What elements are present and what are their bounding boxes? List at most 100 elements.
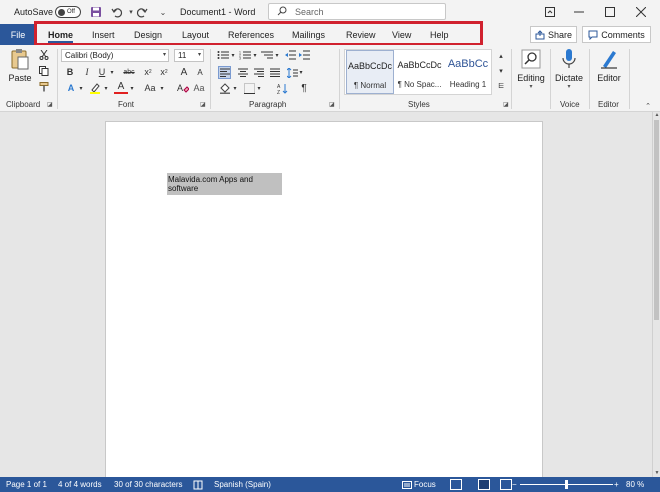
maximize-icon[interactable] — [596, 0, 624, 24]
ribbon-display-icon[interactable] — [536, 0, 564, 24]
word-count[interactable]: 4 of 4 words — [58, 477, 102, 492]
chevron-down-icon[interactable]: ▾ — [230, 49, 236, 61]
superscript-icon[interactable]: x2 — [158, 66, 170, 78]
styles-scroll-up-icon[interactable]: ▴ — [496, 50, 506, 62]
styles-scroll-down-icon[interactable]: ▾ — [496, 65, 506, 77]
grow-font-button[interactable]: A — [178, 66, 190, 78]
autosave-toggle[interactable]: Off — [55, 6, 81, 18]
tab-help[interactable]: Help — [430, 24, 449, 45]
read-mode-icon[interactable] — [450, 479, 462, 490]
paste-button[interactable]: Paste — [4, 47, 36, 83]
vertical-scrollbar[interactable]: ▲ ▼ — [652, 112, 660, 477]
chevron-down-icon[interactable]: ▾ — [128, 82, 136, 94]
clipboard-launcher-icon[interactable]: ◪ — [47, 101, 53, 108]
redo-icon[interactable] — [135, 5, 149, 19]
customize-qat-icon[interactable]: ⌄ — [156, 5, 170, 19]
clear-formatting-icon[interactable]: A — [176, 82, 190, 94]
highlight-icon[interactable] — [88, 82, 102, 94]
chevron-down-icon[interactable]: ▾ — [232, 82, 238, 94]
increase-indent-icon[interactable] — [298, 49, 310, 61]
undo-icon[interactable] — [110, 5, 124, 19]
tab-design[interactable]: Design — [134, 24, 162, 45]
justify-icon[interactable] — [268, 66, 281, 79]
show-marks-icon[interactable]: ¶ — [298, 82, 310, 94]
document-page[interactable]: Malavida.com Apps and software — [105, 121, 543, 481]
underline-button[interactable]: U — [96, 66, 108, 78]
chevron-down-icon[interactable]: ▾ — [256, 82, 262, 94]
text-effects-button[interactable]: A — [64, 82, 78, 94]
zoom-level[interactable]: 80 % — [626, 477, 644, 492]
sort-icon[interactable]: AZ — [276, 82, 288, 94]
zoom-in-button[interactable]: + — [614, 477, 619, 492]
bold-button[interactable]: B — [64, 66, 76, 78]
dictate-button[interactable]: Dictate ▾ — [552, 47, 586, 90]
character-count[interactable]: 30 of 30 characters — [114, 477, 182, 492]
scroll-up-icon[interactable]: ▲ — [653, 112, 660, 119]
web-layout-icon[interactable] — [500, 479, 512, 490]
multilevel-list-icon[interactable] — [260, 49, 274, 61]
page-count[interactable]: Page 1 of 1 — [6, 477, 47, 492]
chevron-down-icon[interactable]: ▾ — [102, 82, 110, 94]
save-icon[interactable] — [89, 5, 103, 19]
document-text[interactable]: Malavida.com Apps and software — [167, 173, 282, 195]
share-button[interactable]: Share — [530, 26, 577, 43]
style-no-spacing[interactable]: AaBbCcDc ¶ No Spac... — [396, 50, 443, 94]
language-status[interactable]: Spanish (Spain) — [214, 477, 271, 492]
shading-icon[interactable] — [218, 82, 232, 94]
tab-home[interactable]: Home — [48, 24, 74, 45]
chevron-down-icon[interactable]: ▾ — [108, 66, 116, 78]
chevron-down-icon[interactable]: ▾ — [77, 82, 85, 94]
font-name-combo[interactable]: Calibri (Body) ▾ — [61, 49, 169, 62]
zoom-slider-thumb[interactable] — [565, 480, 568, 489]
tab-view[interactable]: View — [392, 24, 411, 45]
tab-references[interactable]: References — [228, 24, 274, 45]
tab-insert[interactable]: Insert — [92, 24, 115, 45]
subscript-icon[interactable]: x2 — [142, 66, 154, 78]
italic-button[interactable]: I — [81, 66, 93, 78]
search-box[interactable]: Search — [268, 3, 446, 20]
chevron-down-icon[interactable]: ▾ — [158, 82, 166, 94]
editor-button[interactable]: Editor — [592, 47, 626, 83]
tab-mailings[interactable]: Mailings — [292, 24, 325, 45]
shrink-font-button[interactable]: A — [194, 66, 206, 78]
style-normal[interactable]: AaBbCcDc ¶ Normal — [346, 50, 394, 94]
font-launcher-icon[interactable]: ◪ — [200, 101, 206, 108]
chevron-down-icon[interactable]: ▾ — [298, 66, 304, 78]
tab-file[interactable]: File — [0, 24, 36, 45]
align-center-icon[interactable] — [236, 66, 249, 79]
cut-icon[interactable] — [38, 49, 50, 61]
phonetic-guide-icon[interactable]: Aa — [193, 82, 205, 94]
borders-icon[interactable] — [242, 82, 256, 94]
editing-button[interactable]: Editing ▾ — [514, 47, 548, 90]
scroll-down-icon[interactable]: ▼ — [653, 470, 660, 477]
chevron-down-icon[interactable]: ▾ — [252, 49, 258, 61]
focus-label[interactable]: Focus — [414, 477, 436, 492]
proofing-icon[interactable] — [193, 477, 203, 492]
zoom-out-button[interactable]: − — [512, 477, 517, 492]
numbering-icon[interactable]: 123 — [238, 49, 252, 61]
font-size-combo[interactable]: 11 ▾ — [174, 49, 204, 62]
styles-more-icon[interactable]: ⋿ — [496, 80, 506, 92]
print-layout-icon[interactable] — [478, 479, 490, 490]
format-painter-icon[interactable] — [38, 81, 50, 93]
align-left-icon[interactable] — [218, 66, 231, 79]
close-icon[interactable] — [627, 0, 655, 24]
change-case-button[interactable]: Aa — [142, 82, 158, 94]
copy-icon[interactable] — [38, 65, 50, 77]
comments-button[interactable]: Comments — [582, 26, 651, 43]
bullets-icon[interactable] — [216, 49, 230, 61]
chevron-down-icon[interactable]: ▾ — [274, 49, 280, 61]
align-right-icon[interactable] — [252, 66, 265, 79]
scroll-thumb[interactable] — [654, 120, 659, 320]
paragraph-launcher-icon[interactable]: ◪ — [329, 101, 335, 108]
minimize-icon[interactable] — [565, 0, 593, 24]
styles-launcher-icon[interactable]: ◪ — [503, 101, 509, 108]
strikethrough-button[interactable]: abc — [120, 66, 138, 78]
tab-layout[interactable]: Layout — [182, 24, 209, 45]
tab-review[interactable]: Review — [346, 24, 376, 45]
decrease-indent-icon[interactable] — [284, 49, 296, 61]
collapse-ribbon-icon[interactable]: ⌃ — [642, 101, 654, 111]
style-heading-1[interactable]: AaBbCc Heading 1 — [445, 50, 491, 94]
focus-icon[interactable] — [402, 477, 412, 492]
font-color-button[interactable]: A — [114, 81, 128, 94]
